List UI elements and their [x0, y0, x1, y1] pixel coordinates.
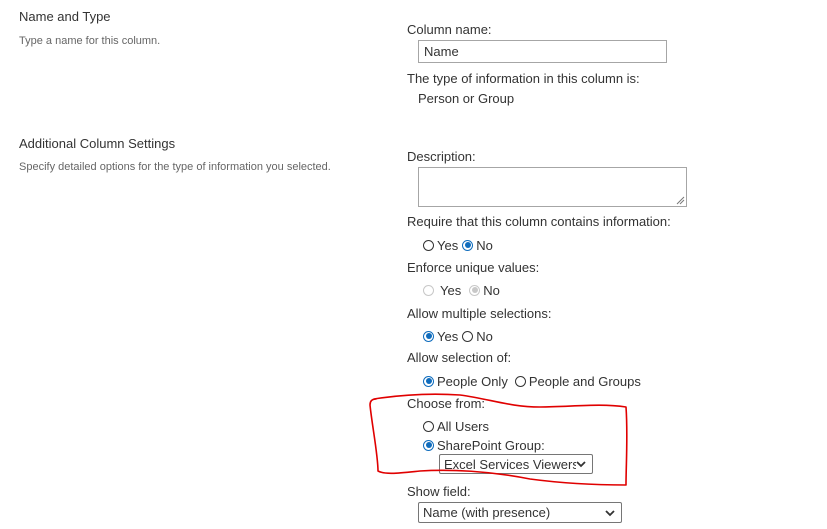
multiple-no-option[interactable]: No: [462, 329, 493, 344]
people-and-groups-label: People and Groups: [528, 373, 641, 389]
show-field-select[interactable]: Name (with presence): [418, 502, 622, 523]
section-title-additional-settings: Additional Column Settings: [19, 136, 176, 151]
all-users-option[interactable]: All Users: [423, 418, 489, 434]
people-only-label: People Only: [437, 373, 508, 389]
require-label: Require that this column contains inform…: [407, 214, 671, 229]
chevron-down-icon: [605, 509, 615, 516]
chevron-down-icon: [576, 461, 586, 468]
unique-yes-label: Yes: [440, 282, 462, 298]
column-name-label: Column name:: [407, 22, 492, 37]
section-title-name-type: Name and Type: [19, 9, 111, 24]
unique-label: Enforce unique values:: [407, 260, 540, 275]
sharepoint-group-select[interactable]: Excel Services Viewers: [439, 454, 593, 474]
require-no-option[interactable]: No: [462, 238, 493, 253]
sharepoint-group-select-value: Excel Services Viewers: [444, 456, 576, 472]
multiple-radio-group: Yes No: [423, 328, 497, 344]
require-yes-option[interactable]: Yes: [423, 238, 458, 253]
require-no-radio[interactable]: [462, 239, 474, 251]
require-radio-group: Yes No: [423, 237, 497, 253]
unique-yes-option: Yes: [423, 283, 461, 298]
unique-no-label: No: [483, 282, 500, 298]
column-name-input[interactable]: Name: [418, 40, 667, 63]
all-users-radio[interactable]: [423, 420, 434, 432]
multiple-no-label: No: [476, 328, 493, 344]
multiple-yes-label: Yes: [437, 328, 459, 344]
unique-yes-radio: [423, 284, 434, 296]
require-no-label: No: [476, 237, 493, 253]
selection-of-label: Allow selection of:: [407, 350, 512, 365]
unique-no-radio: [469, 284, 481, 296]
unique-no-option: No: [469, 283, 500, 298]
all-users-label: All Users: [437, 418, 490, 434]
sharepoint-group-radio[interactable]: [423, 439, 434, 451]
unique-radio-group: Yes No: [423, 282, 504, 298]
people-only-radio[interactable]: [423, 375, 434, 387]
require-yes-radio[interactable]: [423, 239, 434, 251]
column-settings-page: Name and Type Type a name for this colum…: [0, 0, 827, 529]
people-and-groups-option[interactable]: People and Groups: [514, 373, 641, 389]
multiple-label: Allow multiple selections:: [407, 306, 552, 321]
people-and-groups-radio[interactable]: [514, 375, 526, 387]
multiple-yes-option[interactable]: Yes: [423, 329, 458, 344]
sharepoint-group-option[interactable]: SharePoint Group:: [423, 437, 545, 453]
show-field-select-value: Name (with presence): [423, 505, 551, 520]
section-description-name-type: Type a name for this column.: [19, 35, 161, 47]
type-info-value: Person or Group: [418, 91, 515, 106]
type-info-label: The type of information in this column i…: [407, 71, 640, 86]
description-textarea[interactable]: [418, 167, 687, 207]
require-yes-label: Yes: [437, 237, 459, 253]
description-label: Description:: [407, 149, 476, 164]
column-name-value: Name: [424, 44, 459, 59]
sharepoint-group-label: SharePoint Group:: [437, 437, 545, 453]
resize-grip-icon[interactable]: [676, 196, 685, 205]
selection-of-radio-group: People Only People and Groups: [423, 373, 645, 389]
show-field-label: Show field:: [407, 484, 471, 499]
multiple-no-radio[interactable]: [462, 330, 474, 342]
people-only-option[interactable]: People Only: [423, 374, 508, 389]
choose-from-label: Choose from:: [407, 396, 486, 411]
multiple-yes-radio[interactable]: [423, 330, 434, 342]
section-description-additional-settings: Specify detailed options for the type of…: [19, 161, 331, 173]
